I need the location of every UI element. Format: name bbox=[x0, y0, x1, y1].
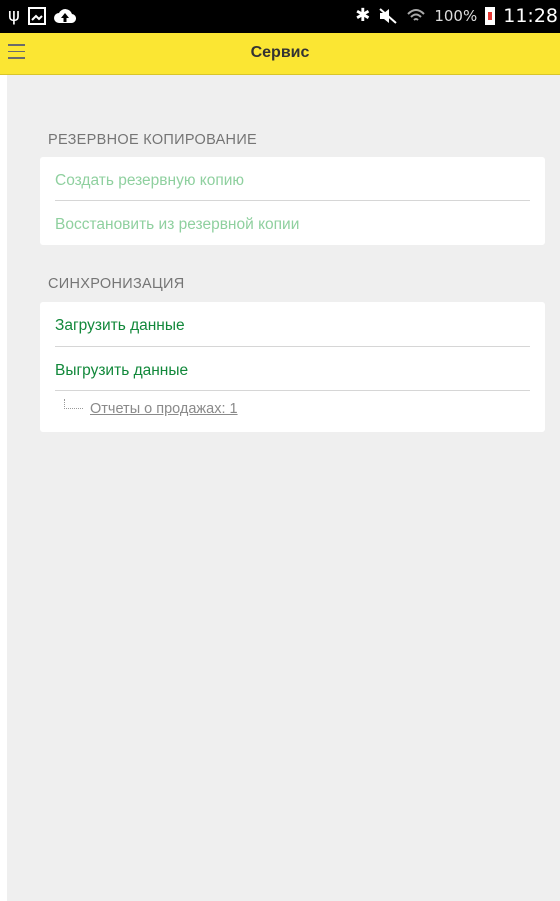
image-icon bbox=[27, 7, 46, 25]
unload-data-item[interactable]: Выгрузить данные bbox=[55, 362, 530, 380]
status-bar-left: ψ bbox=[8, 5, 76, 27]
clock: 11:28 bbox=[503, 5, 558, 27]
bluetooth-icon: ✱ bbox=[355, 5, 371, 26]
cloud-upload-icon bbox=[53, 9, 76, 24]
divider bbox=[55, 346, 530, 347]
divider bbox=[55, 390, 530, 391]
page-title: Сервис bbox=[250, 44, 310, 61]
divider bbox=[55, 200, 530, 201]
content-area: РЕЗЕРВНОЕ КОПИРОВАНИЕ Создать резервную … bbox=[7, 75, 560, 901]
battery-percent: 100% bbox=[434, 7, 478, 25]
battery-icon bbox=[485, 7, 496, 25]
mute-icon bbox=[379, 8, 398, 24]
app-screen: ψ ✱ 100% 11:28 Сервис РЕЗЕРВНОЕ КОПИРОВА… bbox=[0, 0, 560, 901]
sales-reports-link[interactable]: Отчеты о продажах: 1 bbox=[90, 401, 238, 417]
app-bar: Сервис bbox=[0, 33, 560, 75]
create-backup-item[interactable]: Создать резервную копию bbox=[55, 172, 530, 190]
restore-backup-item[interactable]: Восстановить из резервной копии bbox=[55, 216, 530, 234]
backup-card: Создать резервную копию Восстановить из … bbox=[40, 157, 545, 245]
sync-card: Загрузить данные Выгрузить данные Отчеты… bbox=[40, 302, 545, 432]
wifi-icon bbox=[407, 9, 426, 21]
load-data-item[interactable]: Загрузить данные bbox=[55, 317, 530, 335]
sync-section-title: СИНХРОНИЗАЦИЯ bbox=[48, 276, 185, 292]
status-bar-right: ✱ 100% 11:28 bbox=[355, 5, 558, 27]
tree-connector-icon bbox=[64, 399, 83, 409]
usb-icon: ψ bbox=[8, 5, 20, 26]
backup-section-title: РЕЗЕРВНОЕ КОПИРОВАНИЕ bbox=[48, 132, 258, 148]
status-bar: ψ ✱ 100% 11:28 bbox=[0, 0, 560, 33]
